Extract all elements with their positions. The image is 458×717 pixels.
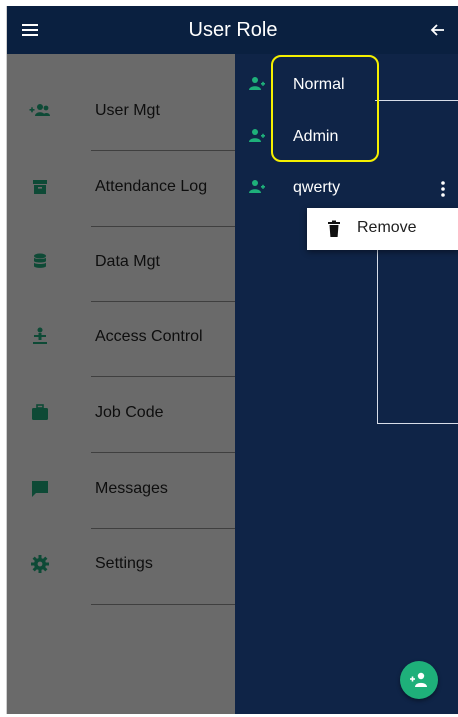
panel-outline (375, 100, 458, 101)
panel-outline (377, 423, 458, 424)
divider (91, 604, 235, 605)
trash-icon (328, 220, 340, 237)
navigation-drawer: User Mgt Attendance Log Data Mgt Access … (7, 54, 235, 714)
panel-outline (377, 250, 378, 424)
nav-item-label: Data Mgt (95, 253, 160, 270)
user-group-icon (249, 129, 265, 142)
role-label: Admin (293, 128, 339, 145)
more-vertical-icon (441, 181, 445, 197)
back-button[interactable] (427, 19, 449, 41)
nav-item-label: Settings (95, 555, 153, 572)
role-label: qwerty (293, 179, 341, 196)
role-row-admin[interactable]: Admin (247, 123, 458, 153)
user-group-icon (249, 180, 265, 193)
context-menu: Remove (307, 208, 458, 250)
arrow-left-icon (430, 24, 444, 36)
remove-label: Remove (357, 219, 417, 236)
nav-item-label: User Mgt (95, 102, 160, 119)
divider (91, 226, 235, 227)
nav-item-access-control[interactable]: Access Control (7, 310, 235, 366)
database-icon (34, 253, 46, 268)
divider (91, 301, 235, 302)
nav-item-messages[interactable]: Messages (7, 462, 235, 518)
nav-item-label: Attendance Log (95, 178, 208, 195)
nav-item-user-mgt[interactable]: User Mgt (7, 84, 235, 140)
nav-item-attendance-log[interactable]: Attendance Log (7, 160, 235, 216)
person-access-icon (33, 327, 47, 344)
page-title: User Role (188, 19, 278, 41)
nav-item-label: Messages (95, 480, 168, 497)
divider (91, 150, 235, 151)
briefcase-icon (32, 404, 48, 420)
add-user-button[interactable] (400, 661, 438, 699)
nav-item-job-code[interactable]: Job Code (7, 386, 235, 442)
nav-item-settings[interactable]: Settings (7, 537, 235, 593)
more-options-button[interactable] (435, 178, 451, 200)
nav-item-data-mgt[interactable]: Data Mgt (7, 235, 235, 291)
remove-menu-item[interactable]: Remove (307, 208, 458, 250)
role-row-normal[interactable]: Normal (247, 71, 458, 101)
app-bar: User Role (7, 6, 458, 54)
nav-item-label: Job Code (95, 404, 164, 421)
divider (91, 528, 235, 529)
archive-box-icon (33, 180, 47, 194)
nav-item-label: Access Control (95, 328, 203, 345)
divider (91, 452, 235, 453)
user-group-icon (249, 77, 265, 90)
add-users-icon (29, 104, 50, 116)
role-row-qwerty[interactable]: qwerty (247, 174, 458, 204)
message-icon (32, 481, 48, 497)
add-user-icon (410, 672, 427, 687)
role-label: Normal (293, 76, 345, 93)
gear-icon (31, 555, 49, 573)
app-screen: User Role Normal Admin qwerty Remove Use… (6, 6, 458, 714)
divider (91, 376, 235, 377)
